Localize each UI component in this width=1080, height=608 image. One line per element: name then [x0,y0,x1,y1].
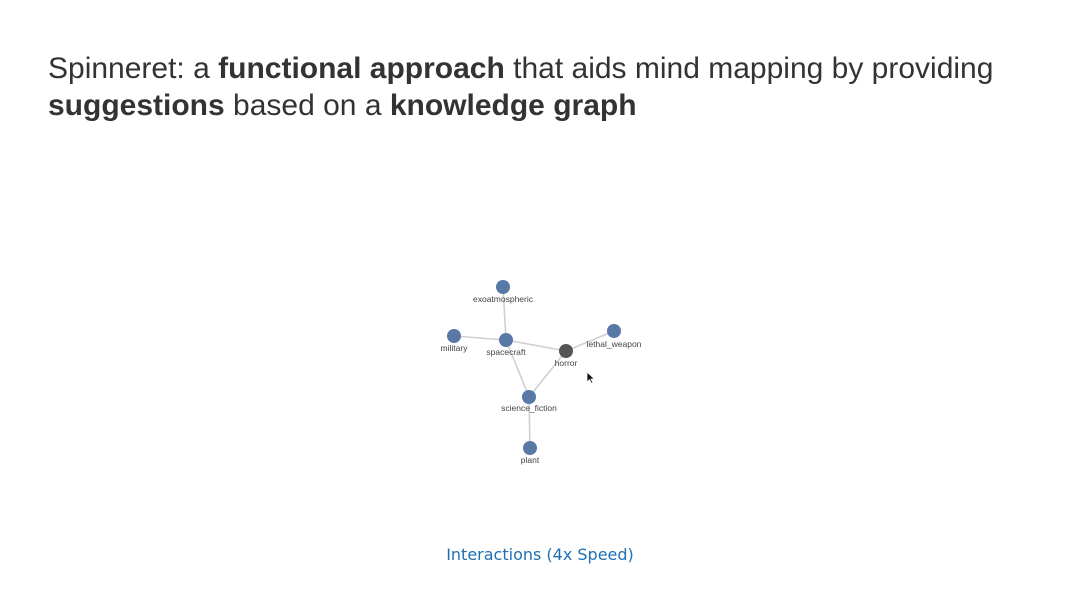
node-label-exoatmospheric: exoatmospheric [473,294,534,304]
graph-labels: exoatmospheric military spacecraft horror le… [441,294,642,465]
node-label-spacecraft: spacecraft [486,347,526,357]
node-military[interactable] [447,329,461,343]
graph-nodes [447,280,621,455]
node-plant[interactable] [523,441,537,455]
graph-edges [453,286,615,449]
node-label-lethal_weapon: lethal_weapon [587,339,642,349]
node-label-horror: horror [555,358,578,368]
node-lethal_weapon[interactable] [607,324,621,338]
knowledge-graph[interactable]: exoatmospheric military spacecraft horror le… [0,0,1080,608]
node-exoatmospheric[interactable] [496,280,510,294]
video-caption-link[interactable]: Interactions (4x Speed) [0,545,1080,564]
node-label-plant: plant [521,455,540,465]
node-label-military: military [441,343,469,353]
node-spacecraft[interactable] [499,333,513,347]
node-label-science_fiction: science_fiction [501,403,557,413]
node-science_fiction[interactable] [522,390,536,404]
mouse-cursor-icon [586,371,596,385]
edge-military-spacecraft [453,335,507,341]
slide: Spinneret: a functional approach that ai… [0,0,1080,608]
node-horror[interactable] [559,344,573,358]
